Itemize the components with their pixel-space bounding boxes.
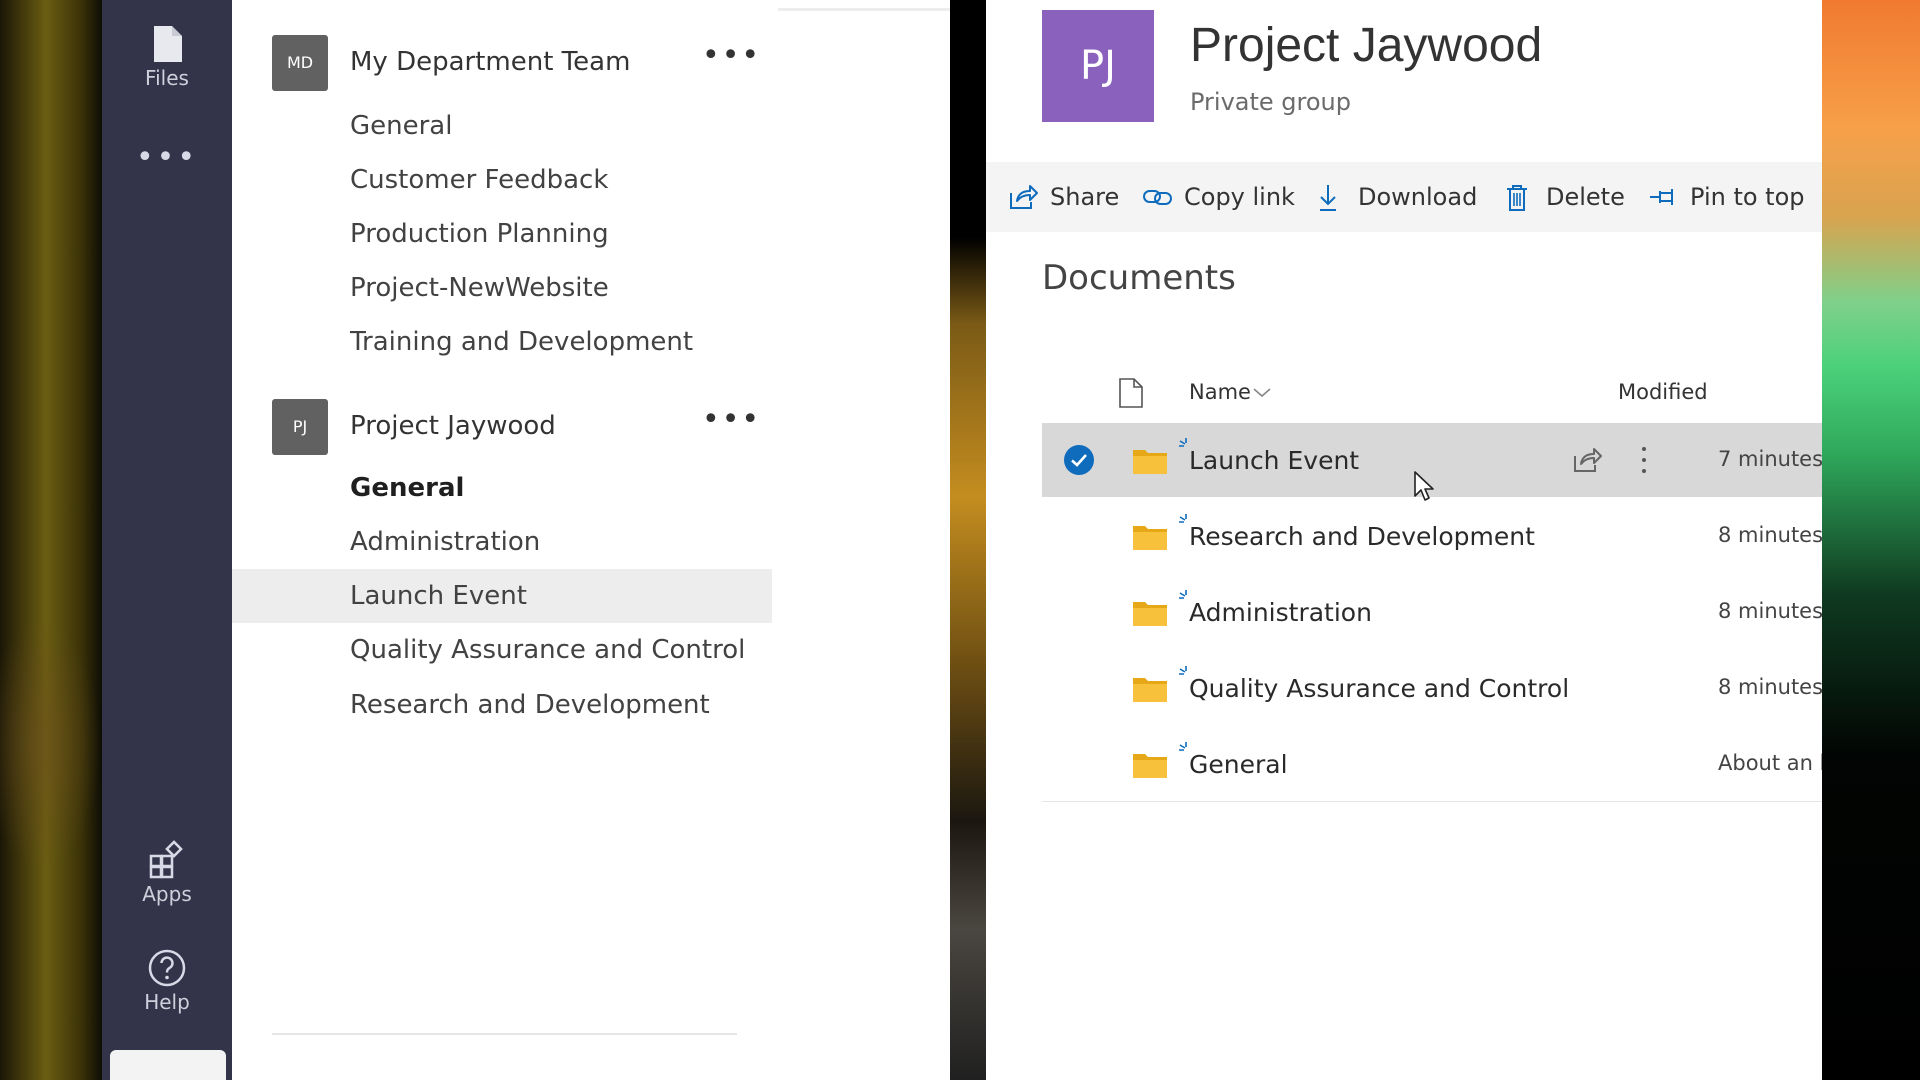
help-icon xyxy=(148,949,186,987)
rail-apps-label: Apps xyxy=(142,882,192,906)
rail-files-label: Files xyxy=(145,66,189,90)
file-icon xyxy=(154,26,182,62)
trash-icon xyxy=(1507,185,1527,211)
panel-divider xyxy=(778,8,950,11)
channel-item[interactable]: Customer Feedback xyxy=(232,153,772,207)
channel-item-selected[interactable]: Launch Event xyxy=(232,569,772,623)
channel-item[interactable]: General xyxy=(232,461,772,515)
team-avatar: MD xyxy=(272,35,328,91)
channel-item[interactable]: Quality Assurance and Control xyxy=(232,623,772,677)
row-more-options-icon[interactable] xyxy=(1638,445,1650,475)
rail-apps[interactable]: Apps xyxy=(102,840,232,906)
download-label: Download xyxy=(1358,183,1478,211)
share-icon xyxy=(1010,185,1038,209)
command-bar: Share Copy link Download Delete Pin to t… xyxy=(986,162,1822,232)
apps-icon xyxy=(149,840,183,879)
document-name[interactable]: Administration xyxy=(1189,598,1372,627)
document-row[interactable]: General About an hour ago xyxy=(1042,727,1822,801)
link-icon xyxy=(1143,190,1172,205)
background-gap xyxy=(950,0,986,1080)
row-checkmark-icon[interactable] xyxy=(1064,445,1094,475)
rail-files[interactable]: Files xyxy=(102,24,232,90)
document-row[interactable]: Research and Development 8 minutes ago xyxy=(1042,499,1822,573)
list-divider xyxy=(1042,801,1822,802)
teams-list: MD My Department Team ••• General Custom… xyxy=(232,0,772,1080)
folder-icon xyxy=(1133,450,1167,474)
document-modified: 8 minutes ago xyxy=(1718,675,1822,699)
channel-item[interactable]: Training and Development xyxy=(232,315,772,369)
document-modified: 8 minutes ago xyxy=(1718,599,1822,623)
pin-to-top-button[interactable]: Pin to top xyxy=(1648,162,1805,232)
file-type-icon[interactable] xyxy=(1118,378,1144,408)
team-avatar: PJ xyxy=(272,399,328,455)
document-modified: 8 minutes ago xyxy=(1718,523,1822,547)
more-apps-icon[interactable]: ••• xyxy=(102,143,232,173)
delete-button[interactable]: Delete xyxy=(1504,162,1625,232)
channel-item[interactable]: Project-NewWebsite xyxy=(232,261,772,315)
document-name[interactable]: Quality Assurance and Control xyxy=(1189,674,1569,703)
group-subtitle: Private group xyxy=(1190,88,1352,116)
modified-column-header[interactable]: Modified xyxy=(1618,380,1708,404)
background-right xyxy=(1822,0,1920,1080)
document-row[interactable]: Administration 8 minutes ago xyxy=(1042,575,1822,649)
download-button[interactable]: Download xyxy=(1316,162,1477,232)
document-modified: 7 minutes ago xyxy=(1718,447,1822,471)
document-name[interactable]: Launch Event xyxy=(1189,446,1359,475)
channel-item[interactable]: Administration xyxy=(232,515,772,569)
team-name: Project Jaywood xyxy=(350,411,556,441)
document-name[interactable]: General xyxy=(1189,750,1288,779)
team-header[interactable]: MD My Department Team ••• xyxy=(272,35,759,91)
group-title: Project Jaywood xyxy=(1190,19,1543,72)
channel-item[interactable]: Research and Development xyxy=(232,678,772,732)
group-avatar: PJ xyxy=(1042,10,1154,122)
document-name[interactable]: Research and Development xyxy=(1189,522,1535,551)
copy-link-label: Copy link xyxy=(1184,183,1295,211)
folder-icon xyxy=(1133,678,1167,702)
team-name: My Department Team xyxy=(350,47,631,77)
app-rail: Files ••• Apps Help xyxy=(102,0,232,1080)
documents-panel: PJ Project Jaywood Private group Share C… xyxy=(986,0,1822,1080)
delete-label: Delete xyxy=(1546,183,1625,211)
documents-title: Documents xyxy=(1042,258,1236,298)
column-header: Name Modified xyxy=(1042,372,1822,412)
channel-item[interactable]: Production Planning xyxy=(232,207,772,261)
channel-item[interactable]: General xyxy=(232,99,772,153)
name-column-label: Name xyxy=(1189,380,1251,404)
rail-help[interactable]: Help xyxy=(102,948,232,1014)
pin-to-top-label: Pin to top xyxy=(1690,183,1805,211)
mouse-cursor-icon xyxy=(1414,471,1434,501)
rail-bottom-button[interactable] xyxy=(110,1050,226,1080)
folder-icon xyxy=(1133,602,1167,626)
folder-icon xyxy=(1133,754,1167,778)
share-button[interactable]: Share xyxy=(1008,162,1119,232)
team-more-options-icon[interactable]: ••• xyxy=(702,405,761,435)
document-row[interactable]: Quality Assurance and Control 8 minutes … xyxy=(1042,651,1822,725)
teams-divider xyxy=(272,1033,737,1035)
middle-panel xyxy=(772,0,950,1080)
team-more-options-icon[interactable]: ••• xyxy=(702,41,761,71)
download-icon xyxy=(1320,185,1336,211)
share-label: Share xyxy=(1050,183,1120,211)
document-modified: About an hour ago xyxy=(1718,751,1822,775)
team-header[interactable]: PJ Project Jaywood ••• xyxy=(272,399,759,455)
name-column-header[interactable]: Name xyxy=(1189,380,1271,404)
rail-help-label: Help xyxy=(144,990,190,1014)
row-share-icon[interactable] xyxy=(1572,447,1602,473)
chevron-down-icon xyxy=(1253,388,1271,398)
pin-icon xyxy=(1650,189,1673,205)
background-left xyxy=(0,0,102,1080)
copy-link-button[interactable]: Copy link xyxy=(1142,162,1295,232)
folder-icon xyxy=(1133,526,1167,550)
